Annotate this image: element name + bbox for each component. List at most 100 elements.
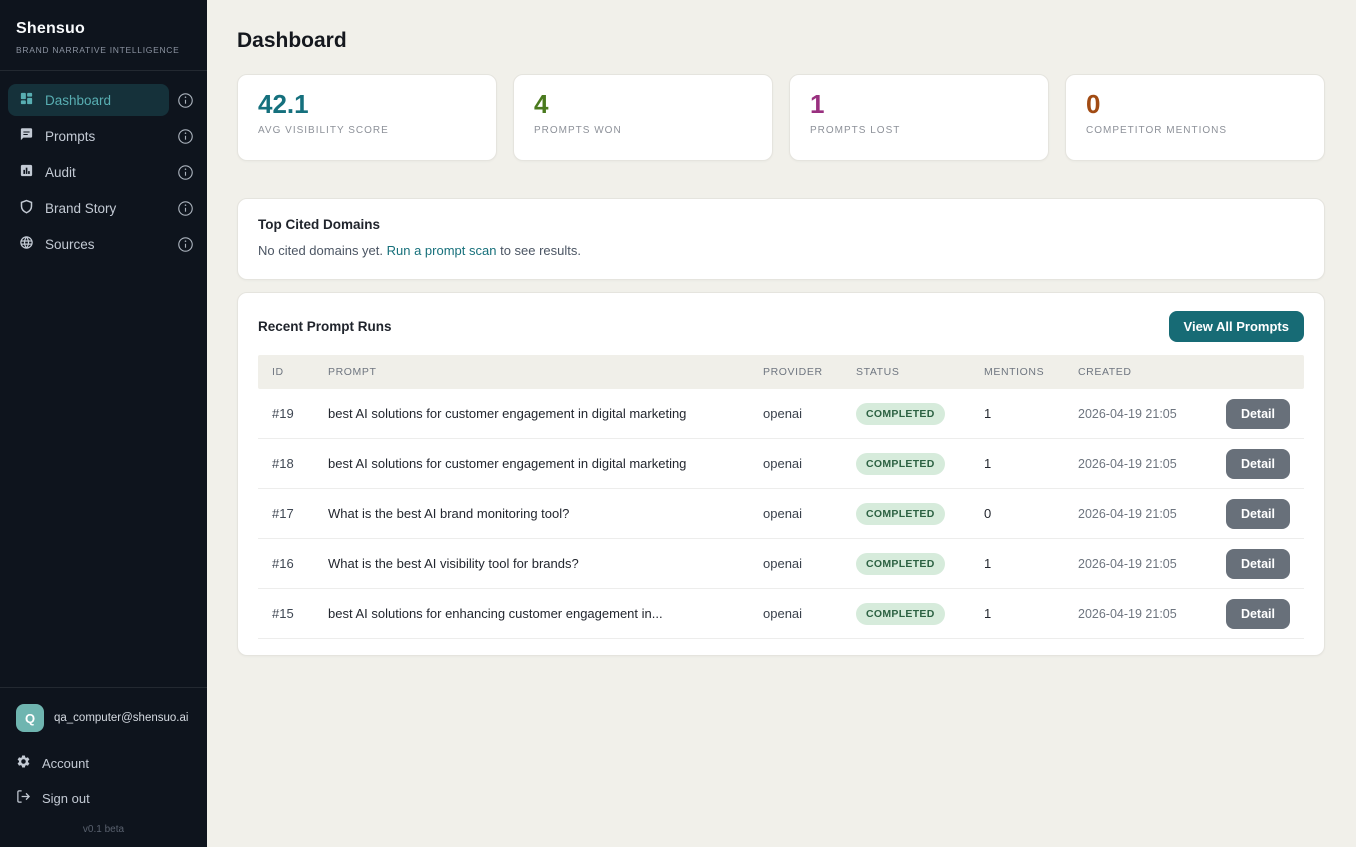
table-row: #15 best AI solutions for enhancing cust…	[258, 589, 1304, 639]
nav-row-prompts: Prompts	[8, 120, 199, 152]
info-icon[interactable]	[175, 234, 195, 254]
empty-suffix: to see results.	[496, 243, 581, 258]
sidebar-item-dashboard[interactable]: Dashboard	[8, 84, 169, 116]
sidebar-item-sources[interactable]: Sources	[8, 228, 169, 260]
row-id: #16	[272, 556, 328, 571]
row-action: Detail	[1220, 499, 1290, 529]
row-action: Detail	[1220, 599, 1290, 629]
status-badge: COMPLETED	[856, 453, 945, 475]
signout-button[interactable]: Sign out	[16, 789, 90, 807]
row-created: 2026-04-19 21:05	[1078, 507, 1220, 521]
row-status: COMPLETED	[856, 553, 984, 575]
row-prompt: What is the best AI visibility tool for …	[328, 556, 763, 571]
sidebar-item-audit[interactable]: Audit	[8, 156, 169, 188]
row-action: Detail	[1220, 399, 1290, 429]
row-prompt: best AI solutions for customer engagemen…	[328, 456, 763, 471]
nav-row-dashboard: Dashboard	[8, 84, 199, 116]
recent-header: Recent Prompt Runs View All Prompts	[258, 311, 1304, 342]
sidebar-item-label: Dashboard	[45, 93, 111, 108]
column-header-provider: PROVIDER	[763, 366, 856, 378]
user-info: Q qa_computer@shensuo.ai	[16, 704, 191, 732]
recent-title: Recent Prompt Runs	[258, 319, 392, 334]
brand-tagline: BRAND NARRATIVE INTELLIGENCE	[16, 45, 191, 55]
shield-icon	[19, 199, 34, 217]
row-mentions: 1	[984, 406, 1078, 421]
row-id: #18	[272, 456, 328, 471]
row-id: #19	[272, 406, 328, 421]
stat-card-prompts-won: 4 PROMPTS WON	[513, 74, 773, 161]
top-cited-empty-text: No cited domains yet. Run a prompt scan …	[258, 243, 1304, 258]
page-title: Dashboard	[237, 29, 1325, 53]
nav-row-brand-story: Brand Story	[8, 192, 199, 224]
stat-value: 4	[534, 90, 752, 119]
avatar: Q	[16, 704, 44, 732]
stat-card-avg-visibility: 42.1 AVG VISIBILITY SCORE	[237, 74, 497, 161]
status-badge: COMPLETED	[856, 503, 945, 525]
top-cited-domains-panel: Top Cited Domains No cited domains yet. …	[237, 198, 1325, 280]
detail-button[interactable]: Detail	[1226, 549, 1290, 579]
nav-row-audit: Audit	[8, 156, 199, 188]
column-header-mentions: MENTIONS	[984, 366, 1078, 378]
column-header-id: ID	[272, 366, 328, 378]
row-action: Detail	[1220, 449, 1290, 479]
status-badge: COMPLETED	[856, 553, 945, 575]
row-mentions: 1	[984, 456, 1078, 471]
row-id: #15	[272, 606, 328, 621]
info-icon[interactable]	[175, 198, 195, 218]
main-content: Dashboard 42.1 AVG VISIBILITY SCORE 4 PR…	[207, 0, 1356, 847]
sidebar-footer: Q qa_computer@shensuo.ai Account Sign ou…	[0, 687, 207, 847]
account-button[interactable]: Account	[16, 754, 89, 772]
version-label: v0.1 beta	[16, 824, 191, 835]
column-header-status: STATUS	[856, 366, 984, 378]
detail-button[interactable]: Detail	[1226, 599, 1290, 629]
row-provider: openai	[763, 456, 856, 471]
row-prompt: best AI solutions for enhancing customer…	[328, 606, 763, 621]
sidebar-item-prompts[interactable]: Prompts	[8, 120, 169, 152]
sidebar-item-brand-story[interactable]: Brand Story	[8, 192, 169, 224]
info-icon[interactable]	[175, 162, 195, 182]
row-provider: openai	[763, 606, 856, 621]
row-created: 2026-04-19 21:05	[1078, 457, 1220, 471]
account-label: Account	[42, 756, 89, 771]
top-cited-title: Top Cited Domains	[258, 217, 1304, 232]
stat-value: 0	[1086, 90, 1304, 119]
brand-name: Shensuo	[16, 20, 191, 38]
signout-label: Sign out	[42, 791, 90, 806]
user-email: qa_computer@shensuo.ai	[54, 712, 188, 724]
empty-prefix: No cited domains yet.	[258, 243, 387, 258]
row-mentions: 0	[984, 506, 1078, 521]
row-status: COMPLETED	[856, 403, 984, 425]
recent-prompt-runs-panel: Recent Prompt Runs View All Prompts ID P…	[237, 292, 1325, 656]
sidebar-item-label: Brand Story	[45, 201, 116, 216]
view-all-prompts-button[interactable]: View All Prompts	[1169, 311, 1304, 342]
status-badge: COMPLETED	[856, 403, 945, 425]
detail-button[interactable]: Detail	[1226, 449, 1290, 479]
sidebar-item-label: Prompts	[45, 129, 95, 144]
stat-label: PROMPTS WON	[534, 125, 752, 136]
row-created: 2026-04-19 21:05	[1078, 607, 1220, 621]
column-header-created: CREATED	[1078, 366, 1220, 378]
stat-label: PROMPTS LOST	[810, 125, 1028, 136]
sidebar-item-label: Sources	[45, 237, 95, 252]
run-prompt-scan-link[interactable]: Run a prompt scan	[387, 243, 497, 258]
chat-icon	[19, 127, 34, 145]
prompt-runs-rows: #19 best AI solutions for customer engag…	[258, 389, 1304, 639]
logout-icon	[16, 789, 31, 807]
info-icon[interactable]	[175, 126, 195, 146]
row-mentions: 1	[984, 556, 1078, 571]
table-row: #18 best AI solutions for customer engag…	[258, 439, 1304, 489]
row-status: COMPLETED	[856, 453, 984, 475]
row-provider: openai	[763, 406, 856, 421]
stats-grid: 42.1 AVG VISIBILITY SCORE 4 PROMPTS WON …	[237, 74, 1325, 161]
detail-button[interactable]: Detail	[1226, 399, 1290, 429]
row-status: COMPLETED	[856, 603, 984, 625]
detail-button[interactable]: Detail	[1226, 499, 1290, 529]
brand: Shensuo BRAND NARRATIVE INTELLIGENCE	[0, 0, 207, 70]
stat-card-competitor-mentions: 0 COMPETITOR MENTIONS	[1065, 74, 1325, 161]
globe-icon	[19, 235, 34, 253]
dashboard-icon	[19, 91, 34, 109]
table-row: #17 What is the best AI brand monitoring…	[258, 489, 1304, 539]
status-badge: COMPLETED	[856, 603, 945, 625]
stat-card-prompts-lost: 1 PROMPTS LOST	[789, 74, 1049, 161]
info-icon[interactable]	[175, 90, 195, 110]
